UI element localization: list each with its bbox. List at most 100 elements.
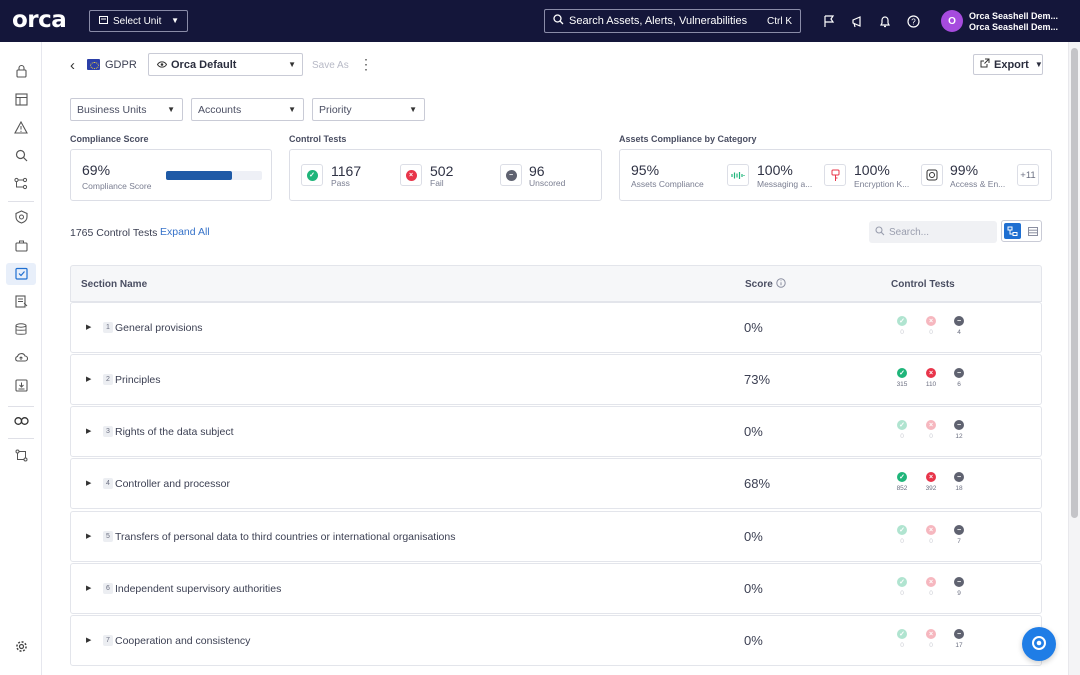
section-name: Rights of the data subject	[115, 426, 234, 438]
minus-icon: −	[954, 472, 964, 482]
encryption-label: Encryption K...	[854, 179, 910, 189]
fail-column: × 392	[921, 472, 941, 492]
lock-icon[interactable]	[13, 63, 29, 79]
column-section-name[interactable]: Section Name	[81, 279, 147, 290]
expand-caret-icon[interactable]: ▶	[86, 532, 91, 540]
x-icon: ×	[926, 368, 936, 378]
expand-all-link[interactable]: Expand All	[160, 226, 210, 238]
minus-icon: −	[954, 629, 964, 639]
chat-support-button[interactable]	[1022, 627, 1056, 661]
global-search[interactable]: Search Assets, Alerts, Vulnerabilities C…	[544, 9, 801, 33]
accounts-filter[interactable]: Accounts ▼	[191, 98, 304, 121]
select-unit-label: Select Unit	[113, 15, 162, 27]
section-number: 7	[103, 635, 113, 646]
compliance-icon[interactable]	[13, 265, 29, 281]
search-icon	[875, 225, 885, 239]
more-categories-button[interactable]: +11	[1017, 164, 1039, 186]
table-search-placeholder: Search...	[889, 226, 930, 238]
check-icon: ✓	[897, 420, 907, 430]
alert-icon[interactable]	[13, 119, 29, 135]
export-button[interactable]: Export ▼	[973, 54, 1043, 75]
tree-view-icon[interactable]	[1004, 223, 1021, 239]
view-dropdown[interactable]: Orca Default ▼	[148, 53, 303, 76]
x-icon: ×	[926, 472, 936, 482]
fail-label: Fail	[430, 178, 444, 188]
policy-icon[interactable]	[13, 293, 29, 309]
priority-filter[interactable]: Priority ▼	[312, 98, 425, 121]
table-row[interactable]: ▶ 6 Independent supervisory authorities …	[70, 563, 1042, 614]
graph-icon[interactable]	[13, 175, 29, 191]
table-row[interactable]: ▶ 2 Principles 73% ✓ 315 × 110 −6	[70, 354, 1042, 405]
section-score: 0%	[744, 581, 763, 596]
report-icon[interactable]	[13, 377, 29, 393]
chat-icon	[1031, 635, 1047, 654]
table-row[interactable]: ▶ 7 Cooperation and consistency 0% ✓ 0 × 0…	[70, 615, 1042, 666]
chevron-down-icon: ▼	[171, 16, 179, 25]
flag-icon[interactable]	[821, 13, 837, 29]
page-title: GDPR	[105, 59, 137, 71]
x-icon: ×	[926, 525, 936, 535]
fail-count: 0	[929, 433, 933, 440]
expand-caret-icon[interactable]: ▶	[86, 375, 91, 383]
fail-column: × 0	[921, 629, 941, 649]
chevron-down-icon: ▼	[288, 60, 296, 69]
section-name: General provisions	[115, 322, 203, 334]
unit-icon	[99, 15, 108, 27]
expand-caret-icon[interactable]: ▶	[86, 479, 91, 487]
minus-icon: −	[954, 525, 964, 535]
expand-caret-icon[interactable]: ▶	[86, 636, 91, 644]
compliance-score-value: 69%	[82, 162, 111, 178]
settings-gear-icon[interactable]	[13, 638, 29, 654]
minus-icon: −	[505, 169, 517, 181]
avatar[interactable]: O	[941, 10, 963, 32]
chevron-down-icon: ▼	[1034, 60, 1043, 69]
unscored-column: −7	[949, 525, 969, 545]
unscored-column: − 18	[949, 472, 969, 492]
expand-caret-icon[interactable]: ▶	[86, 427, 91, 435]
business-units-filter[interactable]: Business Units ▼	[70, 98, 183, 121]
table-header: Section Name Score Control Tests	[70, 265, 1042, 302]
unscored-column: −6	[949, 368, 969, 388]
fail-column: × 0	[921, 420, 941, 440]
section-number: 6	[103, 583, 113, 594]
user-menu[interactable]: Orca Seashell Dem... Orca Seashell Dem..…	[969, 11, 1058, 33]
access-value: 99%	[950, 162, 979, 178]
search-icon[interactable]	[13, 147, 29, 163]
list-view-icon[interactable]	[1025, 223, 1040, 239]
megaphone-icon[interactable]	[849, 13, 865, 29]
orca-logo[interactable]: orca	[12, 8, 67, 32]
expand-caret-icon[interactable]: ▶	[86, 584, 91, 592]
back-chevron-icon[interactable]: ‹	[70, 57, 75, 74]
expand-caret-icon[interactable]: ▶	[86, 323, 91, 331]
table-search-input[interactable]: Search...	[869, 221, 997, 243]
table-row[interactable]: ▶ 1 General provisions 0% ✓ 0 × 0 −4	[70, 302, 1042, 353]
scrollbar-thumb[interactable]	[1071, 48, 1078, 518]
unscored-label: Unscored	[529, 178, 566, 188]
fail-column: × 0	[921, 316, 941, 336]
unscored-count: 12	[955, 433, 963, 440]
column-score[interactable]: Score	[745, 279, 773, 290]
minus-icon: −	[954, 420, 964, 430]
bell-icon[interactable]	[877, 13, 893, 29]
briefcase-icon[interactable]	[13, 237, 29, 253]
save-as-button[interactable]: Save As	[312, 60, 349, 71]
table-row[interactable]: ▶ 4 Controller and processor 68% ✓ 852 × 3…	[70, 458, 1042, 509]
section-name: Controller and processor	[115, 478, 230, 490]
database-icon[interactable]	[13, 321, 29, 337]
compliance-score-card: 69% Compliance Score	[70, 149, 272, 201]
section-name: Principles	[115, 374, 161, 386]
shield-gear-icon[interactable]	[13, 209, 29, 225]
select-unit-dropdown[interactable]: Select Unit ▼	[89, 10, 188, 32]
fail-count: 0	[929, 642, 933, 649]
table-row[interactable]: ▶ 5 Transfers of personal data to third …	[70, 511, 1042, 562]
automation-icon[interactable]	[13, 447, 29, 463]
unscored-column: − 12	[949, 420, 969, 440]
dashboard-icon[interactable]	[13, 91, 29, 107]
info-icon[interactable]	[776, 278, 786, 291]
integrations-icon[interactable]	[13, 413, 29, 429]
cloud-icon[interactable]	[13, 349, 29, 365]
pass-column: ✓ 0	[892, 577, 912, 597]
more-options-icon[interactable]: ⋮	[359, 57, 373, 71]
table-row[interactable]: ▶ 3 Rights of the data subject 0% ✓ 0 × 0 …	[70, 406, 1042, 457]
help-icon[interactable]: ?	[905, 13, 921, 29]
